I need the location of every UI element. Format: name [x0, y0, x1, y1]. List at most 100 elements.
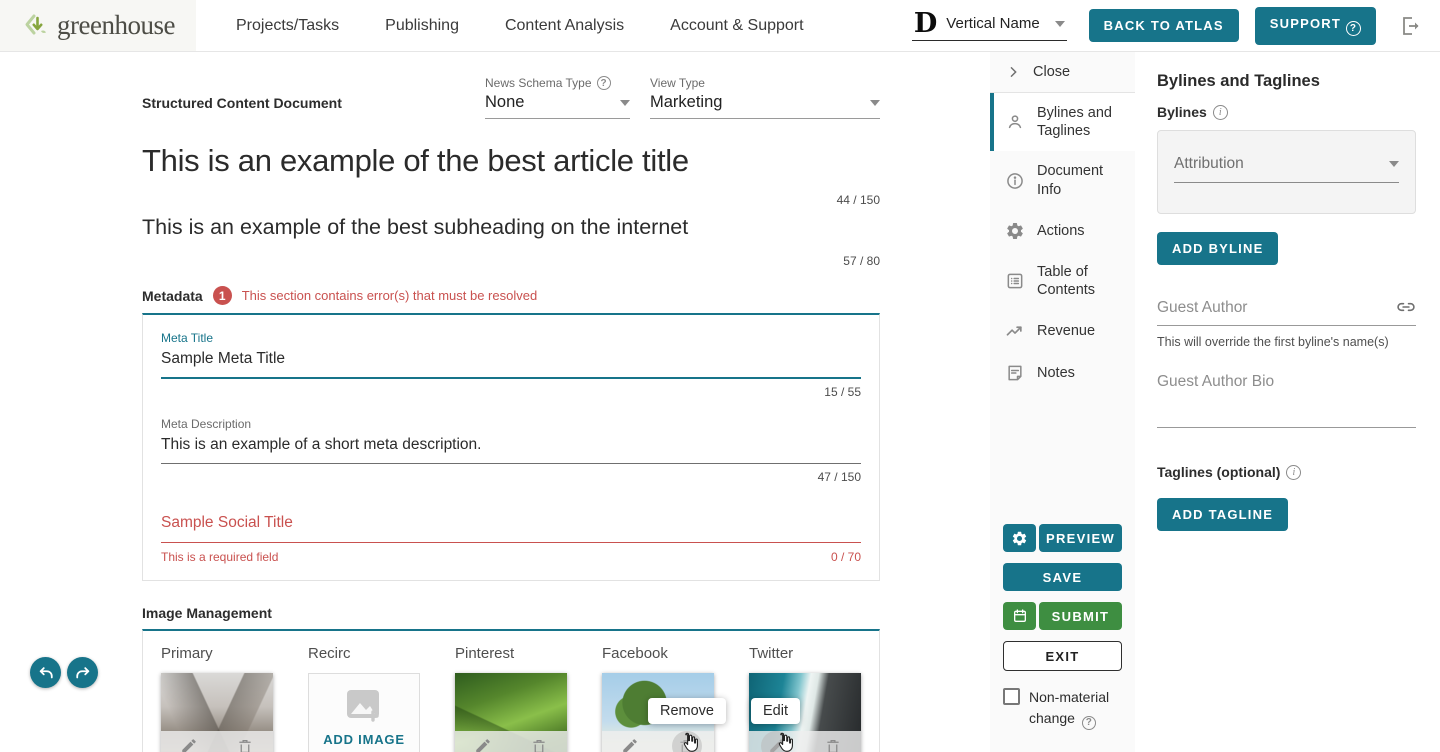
meta-title-input[interactable] — [161, 350, 861, 379]
redo-button[interactable] — [67, 657, 98, 688]
slot-label: Primary — [161, 645, 213, 662]
guest-author-bio-field[interactable] — [1157, 373, 1416, 428]
facebook-image-thumbnail[interactable]: Remove — [602, 673, 726, 752]
sidebar-item-document-info[interactable]: Document Info — [990, 151, 1135, 209]
add-tagline-button[interactable]: ADD TAGLINE — [1157, 498, 1289, 531]
help-icon: ? — [1346, 20, 1361, 36]
nav-publishing[interactable]: Publishing — [385, 17, 459, 35]
info-icon — [1005, 171, 1025, 191]
chevron-down-icon — [620, 99, 630, 106]
info-icon[interactable]: i — [1212, 104, 1228, 120]
back-to-atlas-button[interactable]: BACK TO ATLAS — [1088, 9, 1239, 42]
calendar-icon — [1013, 609, 1026, 623]
nav-content-analysis[interactable]: Content Analysis — [505, 17, 624, 35]
view-type-value: Marketing — [650, 93, 723, 111]
byline-card: Attribution — [1157, 130, 1416, 214]
image-slot-facebook: Facebook Remove — [602, 645, 726, 752]
article-title-field[interactable]: This is an example of the best article t… — [142, 143, 880, 179]
guest-author-bio-input[interactable] — [1157, 373, 1416, 391]
exit-button[interactable]: EXIT — [1003, 641, 1122, 672]
trash-icon[interactable] — [530, 737, 548, 752]
trending-up-icon — [1005, 321, 1025, 341]
logo-text: greenhouse — [57, 10, 175, 40]
redo-icon — [75, 666, 89, 678]
vertical-select[interactable]: D Vertical Name — [911, 7, 1067, 41]
social-title-error: This is a required field — [161, 550, 279, 564]
guest-author-help-text: This will override the first byline's na… — [1157, 335, 1389, 349]
save-button[interactable]: SAVE — [1003, 563, 1122, 592]
primary-image-thumbnail[interactable] — [161, 673, 273, 752]
undo-icon — [39, 666, 53, 678]
support-button[interactable]: SUPPORT? — [1254, 6, 1376, 45]
edit-pencil-icon[interactable] — [180, 737, 198, 752]
image-management-box: Primary Recirc ADD IMAGE Pinterest Faceb… — [142, 629, 880, 752]
slot-label: Recirc — [308, 645, 351, 662]
help-icon[interactable]: ? — [596, 76, 611, 90]
sidebar-item-revenue[interactable]: Revenue — [990, 310, 1135, 352]
pinterest-image-thumbnail[interactable] — [455, 673, 567, 752]
vertical-logo-icon: D — [913, 7, 938, 39]
slot-label: Pinterest — [455, 645, 515, 662]
image-slot-pinterest: Pinterest — [455, 645, 567, 752]
gear-icon — [1012, 531, 1027, 546]
error-message: This section contains error(s) that must… — [241, 288, 538, 303]
meta-description-input[interactable] — [161, 436, 861, 464]
link-icon[interactable] — [1396, 297, 1416, 317]
chevron-right-icon — [1005, 64, 1021, 80]
trash-icon[interactable] — [824, 737, 842, 752]
news-schema-value: None — [485, 93, 525, 111]
non-material-label: Non-material change ? — [1029, 687, 1122, 730]
panel-title: Bylines and Taglines — [1157, 72, 1320, 90]
edit-tooltip: Edit — [751, 698, 800, 724]
sidebar-item-table-of-contents[interactable]: Table of Contents — [990, 252, 1135, 310]
social-title-field[interactable]: Sample Social Title This is a required f… — [161, 514, 861, 564]
meta-title-label: Meta Title — [161, 331, 214, 345]
meta-description-label: Meta Description — [161, 417, 252, 431]
recirc-add-image[interactable]: ADD IMAGE — [308, 673, 420, 752]
preview-button[interactable]: PREVIEW — [1039, 524, 1122, 553]
attribution-select[interactable]: Attribution — [1174, 155, 1399, 183]
sidebar-item-actions[interactable]: Actions — [990, 210, 1135, 252]
main-nav: Projects/Tasks Publishing Content Analys… — [236, 17, 804, 35]
non-material-checkbox[interactable] — [1003, 688, 1020, 706]
add-byline-button[interactable]: ADD BYLINE — [1157, 232, 1279, 265]
social-title-count: 0 / 70 — [830, 550, 861, 564]
nav-projects-tasks[interactable]: Projects/Tasks — [236, 17, 339, 35]
info-icon[interactable]: i — [1286, 464, 1302, 480]
undo-button[interactable] — [30, 657, 61, 688]
news-schema-select[interactable]: News Schema Type? None — [485, 76, 630, 119]
chevron-down-icon — [870, 99, 880, 106]
close-panel-button[interactable]: Close — [990, 52, 1135, 92]
help-icon[interactable]: ? — [1081, 716, 1096, 730]
schedule-submit-button[interactable] — [1003, 602, 1036, 631]
view-type-label: View Type — [650, 76, 705, 90]
guest-author-input[interactable] — [1157, 299, 1396, 317]
cursor-hand-icon — [678, 731, 700, 752]
social-title-label: Sample Social Title — [161, 514, 861, 543]
greenhouse-logo[interactable]: greenhouse — [0, 0, 196, 51]
view-type-select[interactable]: View Type Marketing — [650, 76, 880, 119]
edit-pencil-icon[interactable] — [621, 737, 639, 752]
nav-account-support[interactable]: Account & Support — [670, 17, 803, 35]
trash-icon[interactable] — [236, 737, 254, 752]
guest-author-field[interactable] — [1157, 297, 1416, 326]
twitter-image-thumbnail[interactable]: Edit — [749, 673, 861, 752]
logout-icon[interactable] — [1398, 14, 1422, 38]
submit-button[interactable]: SUBMIT — [1039, 602, 1122, 631]
add-image-button[interactable]: ADD IMAGE — [323, 732, 405, 747]
image-management-label: Image Management — [142, 605, 272, 621]
bylines-label: Bylines — [1157, 104, 1207, 120]
meta-description-count: 47 / 150 — [817, 470, 861, 484]
meta-title-count: 15 / 55 — [824, 385, 861, 399]
edit-pencil-icon[interactable] — [474, 737, 492, 752]
top-bar: greenhouse Projects/Tasks Publishing Con… — [0, 0, 1440, 52]
news-schema-label: News Schema Type — [485, 76, 592, 90]
image-add-icon — [347, 689, 379, 722]
error-badge: 1 — [212, 286, 232, 305]
sidebar-item-notes[interactable]: Notes — [990, 352, 1135, 394]
subheading-field[interactable]: This is an example of the best subheadin… — [142, 215, 880, 240]
tools-sidebar: Close Bylines and Taglines Document Info… — [990, 52, 1135, 752]
preview-settings-button[interactable] — [1003, 524, 1036, 553]
gear-icon — [1005, 221, 1025, 241]
sidebar-item-bylines-taglines[interactable]: Bylines and Taglines — [990, 93, 1135, 152]
